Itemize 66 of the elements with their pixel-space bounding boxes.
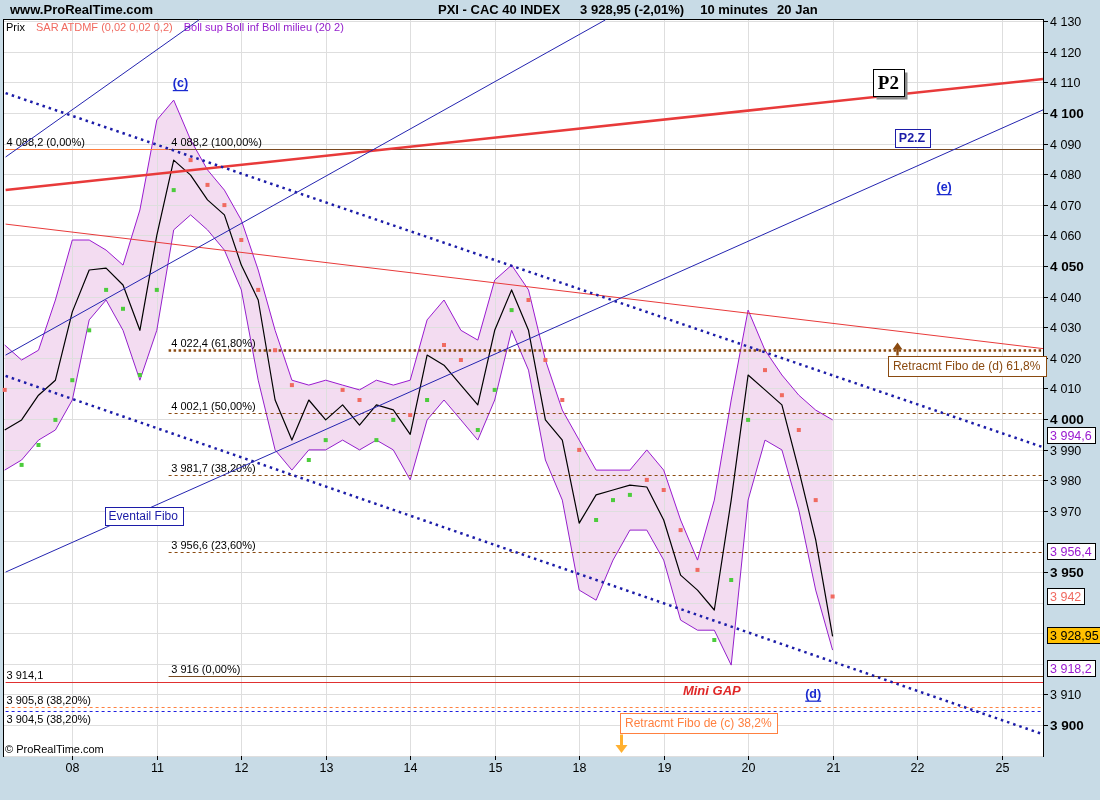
chart-title: PXI - CAC 40 INDEX [438,1,561,17]
copyright-text: © ProRealTime.com [5,743,104,755]
price-axis-label: 4 050 [1050,259,1084,274]
interval-label: 10 minutes [700,1,769,17]
date-axis-label: 11 [151,761,164,775]
price-axis-label: 3 970 [1050,504,1082,519]
date-axis-label: 12 [234,761,249,775]
price-tag: 3 994,6 [1047,427,1096,444]
price-axis-label: 4 100 [1050,106,1084,121]
level-label: 3 905,8 (38,20%) [6,694,91,707]
price-axis-label: 3 950 [1050,565,1084,580]
date-axis-label: 15 [488,761,503,775]
date-axis-label: 18 [572,761,587,775]
level-label: 3 956,6 (23,60%) [171,538,256,551]
legend-label: Boll milieu (20 2) [261,21,344,33]
date-axis-label: 22 [910,761,925,775]
price-quote: 3 928,95 (-2,01%) [580,1,685,17]
date-axis-label: 13 [319,761,334,775]
price-axis-label: 4 020 [1050,351,1082,366]
annotation-box: P2.Z [895,129,931,148]
level-label: 3 914,1 [6,668,44,681]
price-axis-label: 4 120 [1050,45,1082,60]
annotation-box: P2 [873,69,908,100]
price-axis-label: 3 990 [1050,443,1082,458]
legend-label: Boll inf [225,21,259,33]
date-axis-label: 19 [657,761,672,775]
date-axis-label: 21 [826,761,841,775]
up-arrow-icon [892,342,903,356]
date-axis-label: 08 [65,761,80,775]
price-tag: 3 942 [1047,588,1085,605]
site-title: www.ProRealTime.com [9,1,155,17]
price-axis-label: 4 060 [1050,228,1082,243]
price-axis-label: 4 090 [1050,137,1082,152]
price-tag: 3 956,4 [1047,543,1096,560]
level-label: 4 022,4 (61,80%) [171,337,256,350]
annotation-text: Mini GAP [682,683,741,698]
date-axis-label: 14 [403,761,418,775]
price-axis-label: 4 110 [1050,75,1081,90]
legend-label: SAR ATDMF (0,02 0,02 0,2) [35,21,173,33]
date-axis-label: 20 [741,761,756,775]
price-axis-label: 4 080 [1050,167,1082,182]
wave-label: (e) [936,180,952,195]
price-axis-label: 3 910 [1050,687,1082,702]
wave-label: (d) [805,686,822,701]
price-axis-label: 4 070 [1050,198,1082,213]
down-arrow-icon [615,734,628,753]
price-axis-label: 3 980 [1050,473,1082,488]
price-axis-label: 4 030 [1050,320,1082,335]
date-label: 20 Jan [777,1,818,17]
level-label: 3 916 (0,00%) [171,663,241,676]
price-tag: 3 918,2 [1047,660,1096,677]
annotation-box: Retracmt Fibo de (d) 61,8% [888,356,1047,377]
price-axis-label: 4 040 [1050,290,1082,305]
price-axis-label: 4 000 [1050,412,1084,427]
price-tag: 3 928,95 [1047,627,1100,644]
date-axis-label: 25 [995,761,1010,775]
level-label: 3 904,5 (38,20%) [6,713,91,726]
wave-label: (c) [172,75,189,90]
price-axis-label: 4 130 [1050,14,1082,29]
price-axis-label: 4 010 [1050,381,1082,396]
price-axis-label: 3 900 [1050,718,1084,733]
level-label: 4 088,2 (100,00%) [171,136,262,149]
legend-label: Prix [6,21,25,33]
level-label: 4 002,1 (50,00%) [171,399,256,412]
annotation-box: Retracmt Fibo de (c) 38,2% [620,713,778,734]
annotation-box: Eventail Fibo [105,507,184,526]
